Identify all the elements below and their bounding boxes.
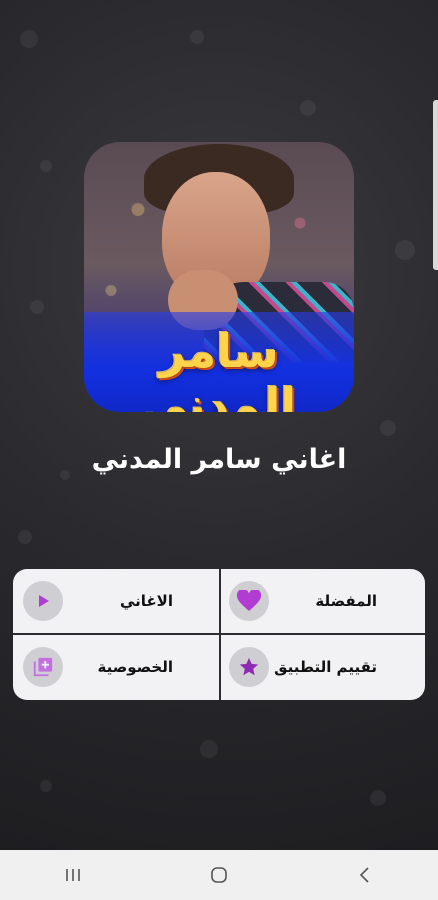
menu-item-label: الاغاني [120, 591, 173, 610]
app-title: اغاني سامر المدني [91, 444, 347, 475]
menu-item-privacy[interactable]: الخصوصية [13, 635, 219, 701]
recent-apps-icon[interactable] [53, 860, 93, 890]
album-title-art: سامر المدني [141, 324, 297, 412]
star-icon [229, 647, 269, 688]
menu-item-songs[interactable]: الاغاني [13, 569, 219, 635]
menu-item-label: تقييم التطبيق [274, 658, 377, 677]
back-icon[interactable] [345, 860, 385, 890]
system-navbar [0, 850, 438, 900]
menu-item-label: المفضلة [315, 591, 377, 610]
home-icon[interactable] [199, 860, 239, 890]
scrollbar[interactable] [433, 100, 438, 270]
play-icon [23, 580, 63, 621]
add-library-icon [23, 647, 63, 688]
menu-item-rate-app[interactable]: تقييم التطبيق [219, 634, 425, 700]
main-menu: المفضلة الاغاني تقييم التطبيق الخصوصية [13, 569, 425, 700]
menu-item-favorites[interactable]: المفضلة [219, 569, 425, 635]
menu-item-label: الخصوصية [97, 658, 173, 677]
heart-icon [229, 580, 269, 621]
album-cover: سامر المدني [84, 142, 354, 412]
